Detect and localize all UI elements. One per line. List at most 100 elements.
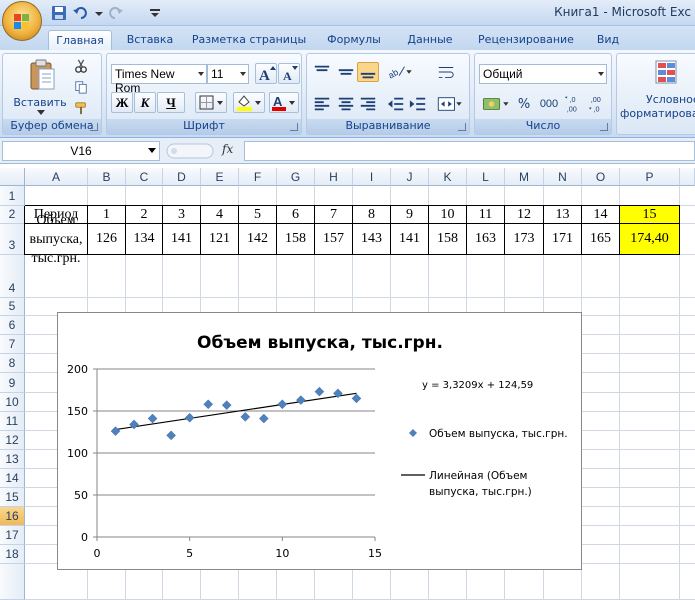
y-tick-label: 50 [74, 489, 88, 502]
italic-button[interactable]: К [134, 92, 156, 113]
cell-volume-5[interactable]: 142 [239, 224, 276, 254]
cell-period-7[interactable]: 7 [315, 206, 352, 223]
borders-button[interactable] [195, 92, 227, 113]
cell-period-13[interactable]: 13 [544, 206, 581, 223]
cell-volume-15[interactable]: 174,40 [620, 224, 679, 254]
cell-volume-13[interactable]: 171 [544, 224, 581, 254]
cell-volume-2[interactable]: 134 [126, 224, 162, 254]
cell-volume-10[interactable]: 158 [429, 224, 466, 254]
cell-period-8[interactable]: 8 [353, 206, 390, 223]
increase-decimal-icon[interactable]: ,0 ,00 [563, 92, 585, 116]
undo-icon[interactable] [72, 4, 90, 22]
cell-volume-12[interactable]: 173 [505, 224, 543, 254]
align-top-icon[interactable] [311, 62, 333, 82]
increase-font-size-button[interactable]: A [255, 63, 277, 84]
tab-page-layout[interactable]: Разметка страницы [190, 30, 308, 50]
decrease-font-size-button[interactable]: A [278, 63, 300, 84]
customize-qat-icon[interactable] [146, 4, 164, 22]
cell-volume-3[interactable]: 141 [163, 224, 200, 254]
tab-view[interactable]: Вид [588, 30, 628, 50]
cell-period-4[interactable]: 4 [201, 206, 238, 223]
cell-volume-14[interactable]: 165 [582, 224, 619, 254]
clipboard-dialog-launcher-icon[interactable] [90, 123, 98, 131]
excel-window: Книга1 - Microsoft Exc Главная Вставка Р… [0, 0, 695, 600]
svg-text:A: A [273, 94, 283, 109]
conditional-formatting-icon [655, 60, 677, 84]
cell-A3-volume-label[interactable]: Объем выпуска, тыс.грн. [25, 213, 87, 266]
decrease-indent-icon[interactable] [385, 94, 407, 114]
tab-review[interactable]: Рецензирование [472, 30, 580, 50]
cell-volume-6[interactable]: 158 [277, 224, 314, 254]
data-point-14 [351, 393, 362, 404]
cell-volume-1[interactable]: 126 [88, 224, 125, 254]
cell-period-15[interactable]: 15 [620, 206, 679, 223]
window-title: Книга1 - Microsoft Exc [554, 5, 691, 19]
cell-period-11[interactable]: 11 [467, 206, 504, 223]
insert-function-button[interactable]: fx [222, 142, 233, 156]
office-logo-icon [14, 14, 29, 29]
increase-indent-icon[interactable] [407, 94, 429, 114]
number-format-select[interactable]: Общий [479, 64, 607, 84]
orientation-icon[interactable]: ab [385, 62, 415, 82]
conditional-formatting-button[interactable]: Условное форматирова [617, 56, 695, 120]
cell-volume-4[interactable]: 121 [201, 224, 238, 254]
tab-home[interactable]: Главная [48, 30, 112, 50]
tab-insert[interactable]: Вставка [120, 30, 180, 50]
paste-button[interactable]: Вставить [9, 56, 71, 116]
tab-data[interactable]: Данные [398, 30, 462, 50]
align-bottom-icon[interactable] [357, 62, 379, 82]
fill-color-button[interactable] [233, 92, 265, 113]
align-middle-icon[interactable] [335, 62, 357, 82]
cell-period-6[interactable]: 6 [277, 206, 314, 223]
wrap-text-icon[interactable] [435, 62, 457, 82]
name-box[interactable]: V16 [2, 141, 160, 161]
align-right-icon[interactable] [357, 94, 379, 114]
cell-period-3[interactable]: 3 [163, 206, 200, 223]
number-dialog-launcher-icon[interactable] [600, 123, 608, 131]
tab-formulas[interactable]: Формулы [320, 30, 388, 50]
formula-input[interactable] [244, 141, 695, 161]
scatter-chart[interactable]: Объем выпуска, тыс.грн. 0 50 100 150 200 0 5 10 1… [57, 312, 582, 570]
percent-style-button[interactable]: % [515, 96, 533, 114]
cell-volume-9[interactable]: 141 [391, 224, 428, 254]
format-painter-icon[interactable] [73, 100, 89, 116]
cut-icon[interactable] [73, 58, 89, 74]
cell-period-5[interactable]: 5 [239, 206, 276, 223]
cell-period-12[interactable]: 12 [505, 206, 543, 223]
clipboard-group-label: Буфер обмена [3, 119, 101, 134]
cell-volume-8[interactable]: 143 [353, 224, 390, 254]
copy-icon[interactable] [73, 79, 89, 95]
merge-center-icon[interactable] [435, 94, 465, 114]
decrease-decimal-icon[interactable]: ,00 ,0 [587, 92, 609, 116]
bold-button[interactable]: Ж [111, 92, 133, 113]
align-center-icon[interactable] [335, 94, 357, 114]
worksheet-grid[interactable]: ABCDEFGHIJKLMNOP 1 2 3 4 5 6 7 8 9 10 11 12 13 14 15 16… [0, 168, 695, 600]
font-name-dropdown-icon [198, 72, 204, 76]
conditional-formatting-label-line1: Условное [646, 93, 695, 106]
data-point-7 [221, 400, 232, 410]
font-group: Times New Rom 11 A A Ж К Ч A Шрифт [106, 53, 302, 135]
cell-period-9[interactable]: 9 [391, 206, 428, 223]
underline-button[interactable]: Ч [157, 92, 185, 113]
save-icon[interactable] [50, 4, 68, 22]
chart-canvas: Объем выпуска, тыс.грн. 0 50 100 150 200 0 5 10 1… [67, 333, 568, 560]
x-tick-label: 5 [186, 547, 193, 560]
font-color-button[interactable]: A [269, 92, 299, 113]
comma-style-button[interactable]: 000 [537, 97, 561, 115]
alignment-dialog-launcher-icon[interactable] [458, 123, 466, 131]
font-dialog-launcher-icon[interactable] [290, 123, 298, 131]
cell-period-10[interactable]: 10 [429, 206, 466, 223]
cell-period-1[interactable]: 1 [88, 206, 125, 223]
formula-bar-splitter-icon[interactable] [166, 142, 216, 160]
cell-volume-7[interactable]: 157 [315, 224, 352, 254]
data-point-9 [258, 413, 269, 424]
office-button[interactable] [2, 1, 42, 41]
align-left-icon[interactable] [311, 94, 333, 114]
cell-volume-11[interactable]: 163 [467, 224, 504, 254]
font-name-select[interactable]: Times New Rom [111, 64, 207, 95]
cell-period-14[interactable]: 14 [582, 206, 619, 223]
cell-period-2[interactable]: 2 [126, 206, 162, 223]
redo-icon[interactable] [106, 4, 124, 22]
accounting-format-icon[interactable] [479, 94, 513, 114]
font-size-select[interactable]: 11 [207, 64, 249, 84]
